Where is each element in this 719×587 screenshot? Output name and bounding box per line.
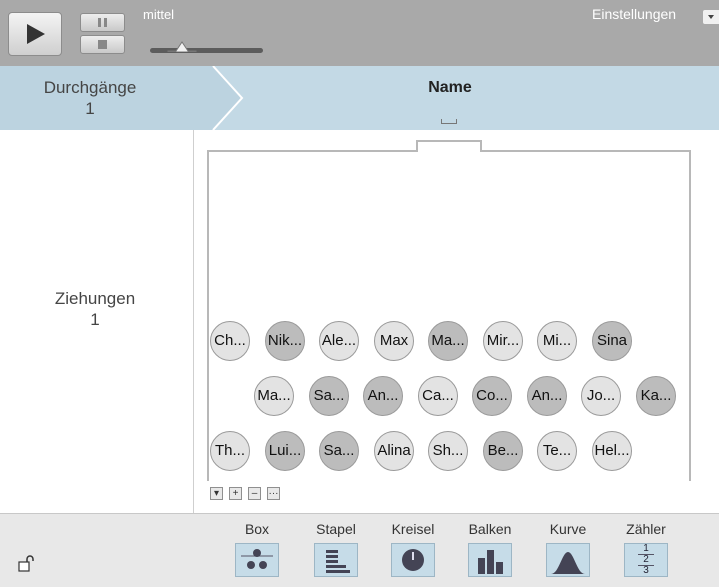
ball[interactable]: Sa... <box>319 431 359 471</box>
tool-balken-label: Balken <box>468 521 512 537</box>
ball[interactable]: An... <box>527 376 567 416</box>
tool-kreisel[interactable]: Kreisel <box>383 521 443 577</box>
tool-zaehler[interactable]: Zähler 1 2 3 <box>616 521 676 577</box>
ball[interactable]: Sina <box>592 321 632 361</box>
ball[interactable]: Co... <box>472 376 512 416</box>
ball[interactable]: An... <box>363 376 403 416</box>
ball[interactable]: Te... <box>537 431 577 471</box>
tool-kurve[interactable]: Kurve <box>538 521 598 577</box>
tool-kurve-label: Kurve <box>549 521 587 537</box>
header-bar: Durchgänge 1 Name <box>0 66 719 130</box>
ball[interactable]: Nik... <box>265 321 305 361</box>
column-title[interactable]: Name <box>330 79 570 97</box>
box-collapse-button[interactable]: ▾ <box>210 487 223 500</box>
durchgaenge-label: Durchgänge <box>43 78 137 97</box>
counter-icon: 1 2 3 <box>624 543 668 577</box>
tool-kreisel-label: Kreisel <box>391 521 435 537</box>
remove-ball-button[interactable]: – <box>248 487 261 500</box>
ball[interactable]: Ch... <box>210 321 250 361</box>
ball[interactable]: Be... <box>483 431 523 471</box>
tool-balken[interactable]: Balken <box>460 521 520 577</box>
tool-stapel[interactable]: Stapel <box>306 521 366 577</box>
tool-zaehler-label: Zähler <box>626 521 666 537</box>
spinner-icon <box>391 543 435 577</box>
counter-digit-3: 3 <box>643 565 649 576</box>
lock-icon[interactable] <box>18 555 34 573</box>
tool-box-label: Box <box>244 521 270 537</box>
box-icon <box>235 543 279 577</box>
ball[interactable]: Sa... <box>309 376 349 416</box>
tool-box[interactable]: Box <box>227 521 287 577</box>
ball[interactable]: Ma... <box>428 321 468 361</box>
tool-stapel-label: Stapel <box>316 521 356 537</box>
ball[interactable]: Hel... <box>592 431 632 471</box>
more-options-button[interactable]: ··· <box>267 487 280 500</box>
ball[interactable]: Sh... <box>428 431 468 471</box>
toolbar: mittel Einstellungen <box>0 0 719 66</box>
ball[interactable]: Alina <box>374 431 414 471</box>
chevron-down-icon <box>708 15 714 19</box>
play-icon <box>27 24 45 44</box>
ball[interactable]: Max <box>374 321 414 361</box>
pause-icon <box>98 18 107 27</box>
ball[interactable]: Mi... <box>537 321 577 361</box>
ball[interactable]: Ale... <box>319 321 359 361</box>
stop-icon <box>98 40 107 49</box>
column-divider <box>193 130 194 513</box>
bar-chart-icon <box>468 543 512 577</box>
ball[interactable]: Th... <box>210 431 250 471</box>
stop-button[interactable] <box>80 35 125 54</box>
stack-icon <box>314 543 358 577</box>
pause-button[interactable] <box>80 13 125 32</box>
play-button[interactable] <box>8 12 62 56</box>
curve-icon <box>546 543 590 577</box>
ball[interactable]: Ma... <box>254 376 294 416</box>
speed-slider-thumb[interactable] <box>166 40 198 52</box>
device-palette: Box Stapel Kreisel Balken Kurve Zähler 1… <box>0 513 719 587</box>
column-placeholder[interactable] <box>441 119 457 124</box>
settings-menu[interactable]: Einstellungen <box>592 6 676 22</box>
durchgaenge-value: 1 <box>85 99 95 118</box>
ball[interactable]: Mir... <box>483 321 523 361</box>
add-ball-button[interactable]: + <box>229 487 242 500</box>
speed-label: mittel <box>143 7 175 22</box>
ball[interactable]: Ka... <box>636 376 676 416</box>
durchgaenge-chevron <box>0 66 244 130</box>
ziehungen-value: 1 <box>90 310 100 329</box>
ball[interactable]: Ca... <box>418 376 458 416</box>
ball[interactable]: Jo... <box>581 376 621 416</box>
settings-dropdown[interactable] <box>703 10 719 24</box>
ziehungen-label: Ziehungen <box>54 289 136 308</box>
ball[interactable]: Lui... <box>265 431 305 471</box>
